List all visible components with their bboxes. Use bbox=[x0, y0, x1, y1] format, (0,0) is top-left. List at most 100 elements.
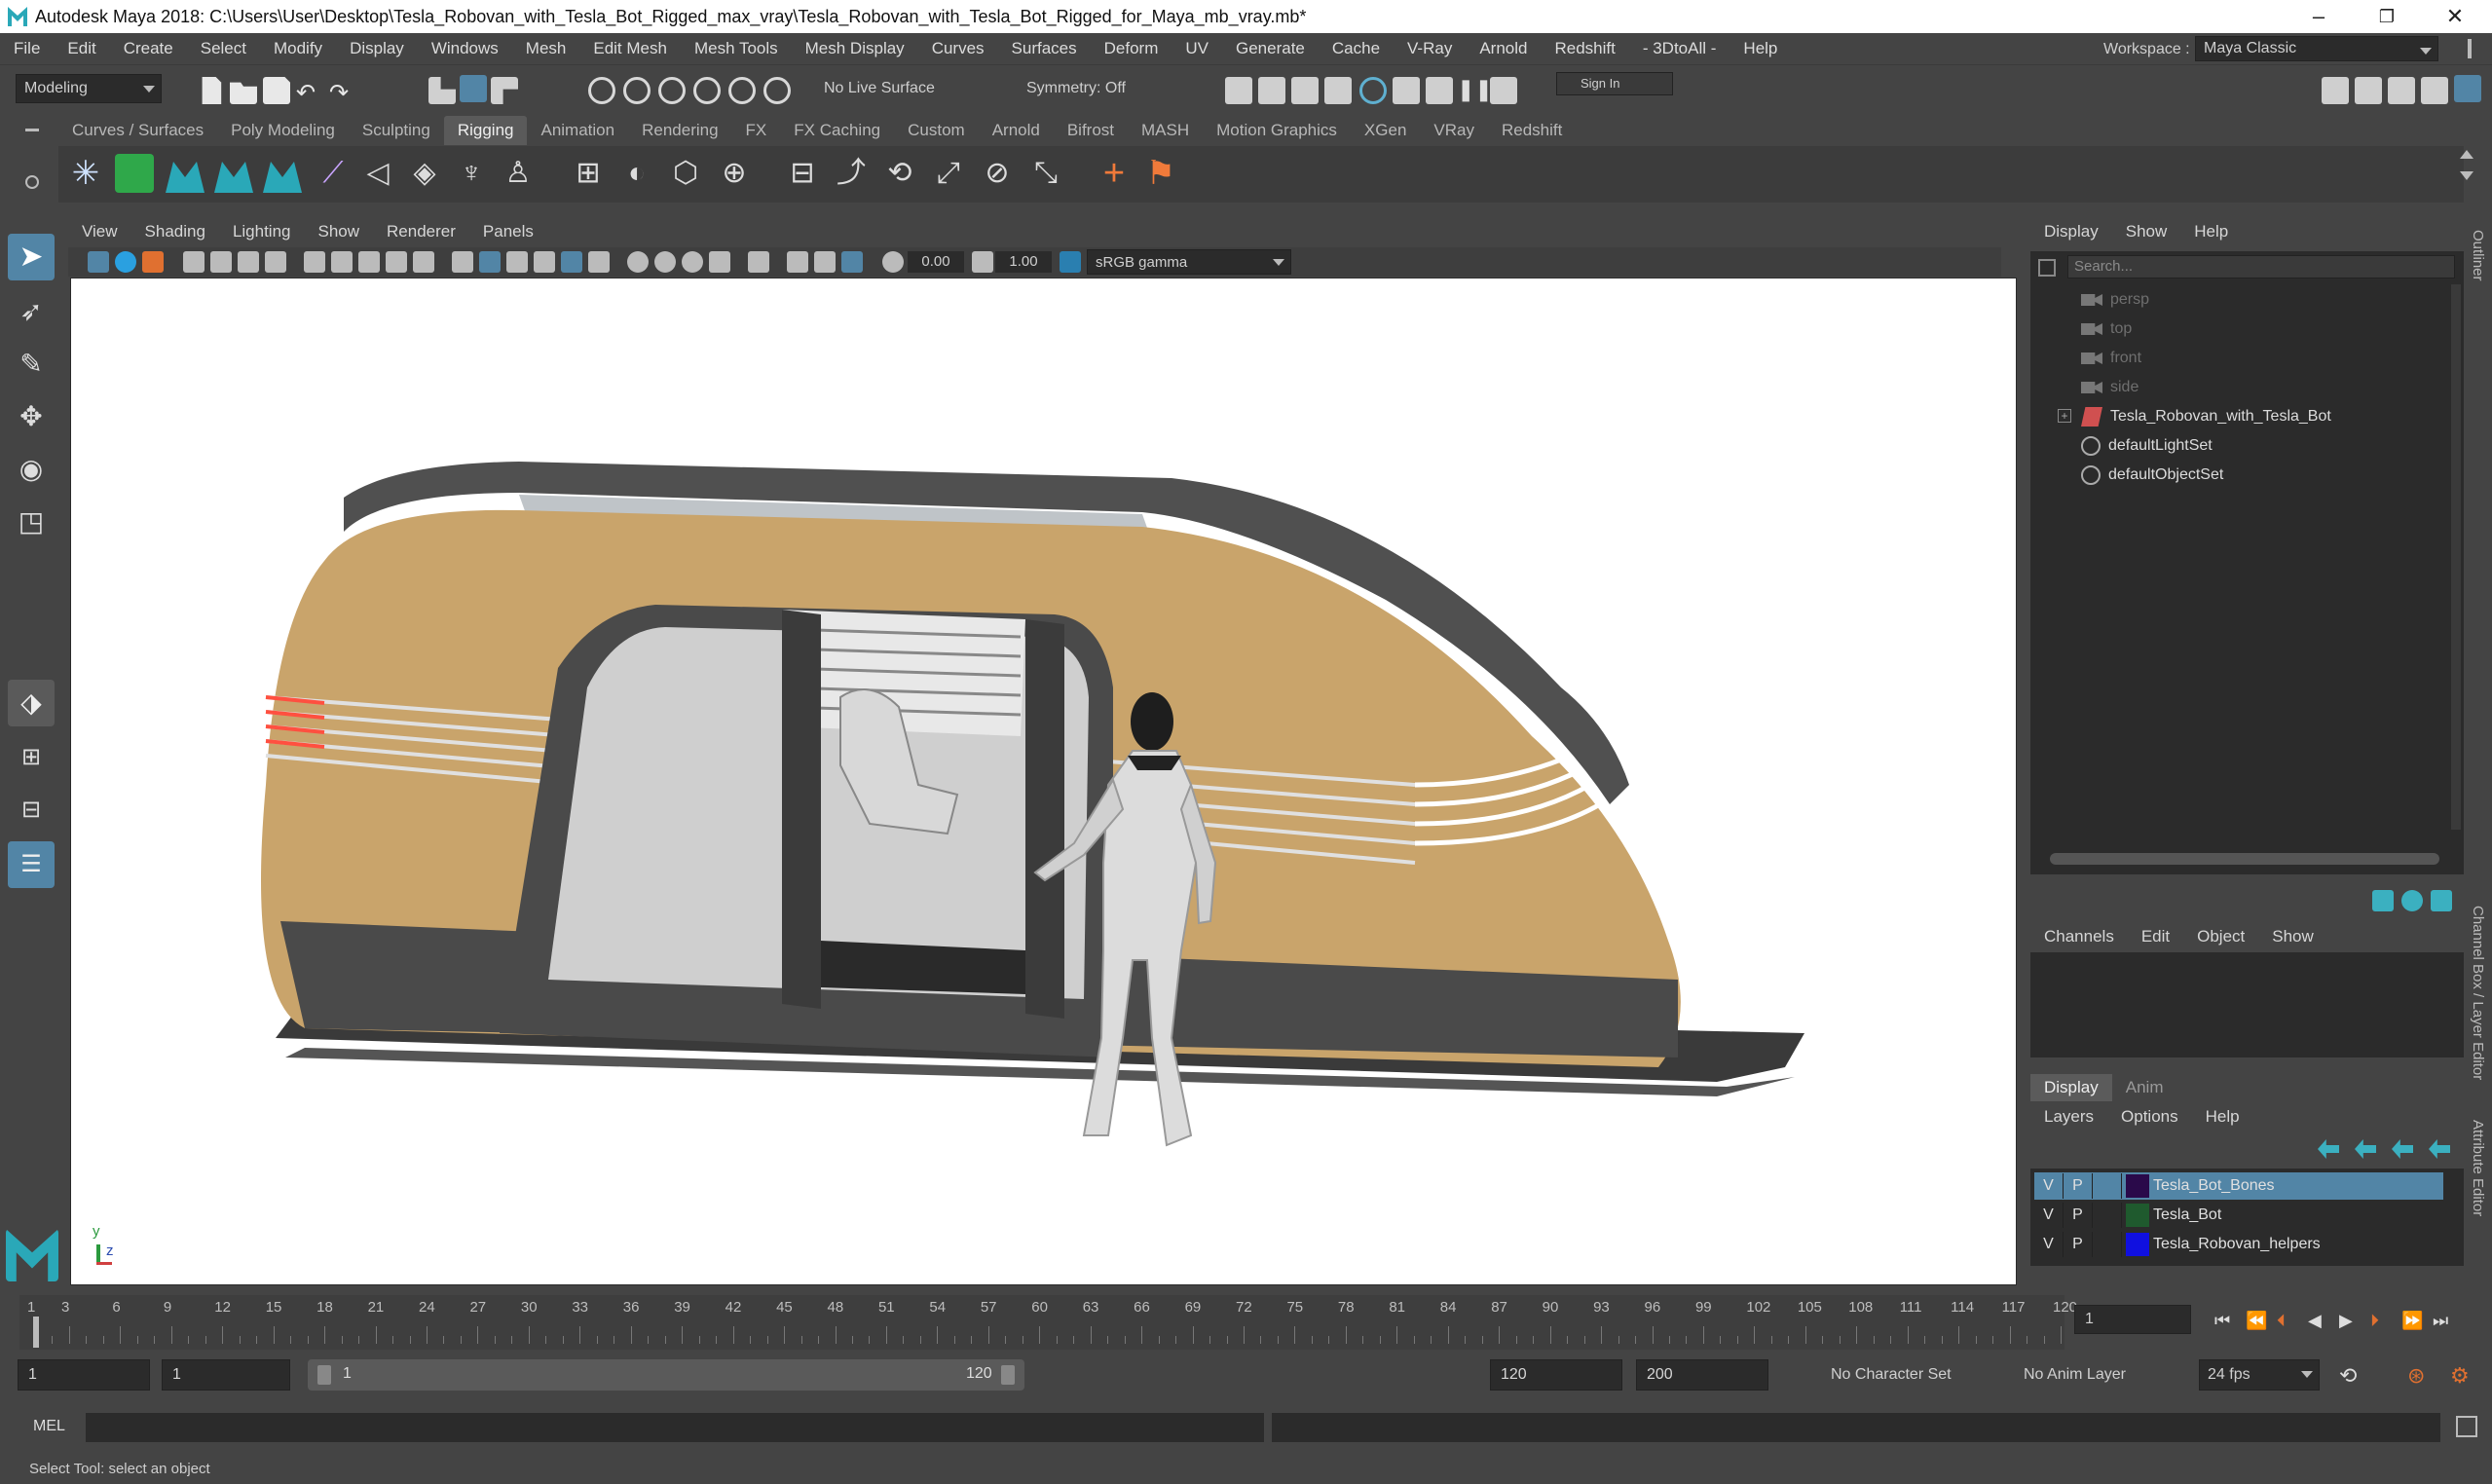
vray-render-icon[interactable] bbox=[1426, 77, 1453, 104]
ipr-render-icon[interactable] bbox=[1291, 77, 1319, 104]
shelf-tab-fx-caching[interactable]: FX Caching bbox=[780, 116, 894, 145]
new-layer-icon[interactable] bbox=[2392, 1139, 2413, 1159]
viewport-menu-panels[interactable]: Panels bbox=[469, 222, 547, 241]
current-frame-field[interactable]: 1 bbox=[2074, 1305, 2191, 1334]
bind-skin-icon[interactable]: ⊞ bbox=[569, 154, 608, 193]
select-camera-icon[interactable] bbox=[88, 251, 109, 273]
workspace-lock-icon[interactable] bbox=[2468, 39, 2472, 58]
shelf-settings-icon[interactable] bbox=[25, 175, 39, 189]
go-to-start-icon[interactable]: ⏮ bbox=[2214, 1311, 2236, 1330]
attribute-editor-side-tab[interactable]: Attribute Editor bbox=[2470, 1120, 2486, 1216]
select-tool-icon[interactable]: ➤ bbox=[8, 234, 55, 280]
point-constraint-icon[interactable]: ⤴ bbox=[832, 154, 871, 193]
render-settings-icon[interactable] bbox=[1324, 77, 1352, 104]
layer-menu-options[interactable]: Options bbox=[2107, 1107, 2192, 1127]
shelf-tab-fx[interactable]: FX bbox=[732, 116, 781, 145]
motion-blur-icon[interactable] bbox=[654, 251, 676, 273]
layer-visibility-toggle[interactable]: V bbox=[2034, 1203, 2064, 1228]
shelf-tab-curves-surfaces[interactable]: Curves / Surfaces bbox=[58, 116, 217, 145]
play-forward-icon[interactable]: ▶ bbox=[2339, 1311, 2361, 1330]
scale-tool-icon[interactable]: ◳ bbox=[8, 499, 55, 545]
locator-icon[interactable]: + bbox=[1095, 154, 1134, 193]
menu-generate[interactable]: Generate bbox=[1222, 39, 1319, 58]
live-surface-field[interactable]: No Live Surface bbox=[816, 74, 962, 103]
render-sequence-icon[interactable] bbox=[1258, 77, 1285, 104]
smooth-bind-icon[interactable]: ◐ bbox=[617, 154, 656, 193]
shelf-tab-animation[interactable]: Animation bbox=[527, 116, 628, 145]
redo-icon[interactable]: ↷ bbox=[329, 79, 356, 106]
camera-attributes-icon[interactable] bbox=[115, 251, 136, 273]
menu-edit-mesh[interactable]: Edit Mesh bbox=[579, 39, 681, 58]
range-slider-end-handle[interactable] bbox=[1001, 1365, 1015, 1385]
image-plane-icon[interactable] bbox=[183, 251, 205, 273]
shelf-scroll-down-icon[interactable] bbox=[2460, 171, 2473, 180]
color-management-icon[interactable] bbox=[1060, 251, 1081, 273]
current-time-marker[interactable] bbox=[33, 1317, 39, 1348]
layer-color-swatch[interactable] bbox=[2126, 1233, 2149, 1256]
shelf-tab-custom[interactable]: Custom bbox=[894, 116, 979, 145]
persp-outliner-layout-icon[interactable]: ⊟ bbox=[8, 787, 55, 834]
outliner-filter-icon[interactable] bbox=[2038, 259, 2056, 277]
step-back-key-icon[interactable]: ⏴ bbox=[2277, 1311, 2298, 1330]
channel-icon-3[interactable] bbox=[2431, 890, 2452, 911]
menu-windows[interactable]: Windows bbox=[418, 39, 512, 58]
anti-aliasing-icon[interactable] bbox=[682, 251, 703, 273]
menu-display[interactable]: Display bbox=[336, 39, 418, 58]
select-components-icon[interactable] bbox=[491, 77, 518, 104]
shelf-tab-redshift[interactable]: Redshift bbox=[1488, 116, 1576, 145]
viewport-menu-lighting[interactable]: Lighting bbox=[219, 222, 305, 241]
move-layer-up-icon[interactable] bbox=[2318, 1139, 2339, 1159]
single-perspective-layout-icon[interactable]: ⬗ bbox=[8, 680, 55, 726]
channel-icon-1[interactable] bbox=[2372, 890, 2394, 911]
open-scene-icon[interactable] bbox=[230, 82, 257, 104]
layer-row-tesla-robovan-helpers[interactable]: V P Tesla_Robovan_helpers bbox=[2034, 1231, 2443, 1258]
layer-playback-toggle[interactable]: P bbox=[2064, 1203, 2093, 1228]
layer-visibility-toggle[interactable]: V bbox=[2034, 1173, 2064, 1199]
scale-constraint-icon[interactable]: ⤢ bbox=[929, 154, 968, 193]
channel-menu-edit[interactable]: Edit bbox=[2128, 927, 2183, 946]
menu-cache[interactable]: Cache bbox=[1319, 39, 1394, 58]
wireframe-icon[interactable] bbox=[452, 251, 473, 273]
layer-row-tesla-bot[interactable]: V P Tesla_Bot bbox=[2034, 1202, 2443, 1229]
outliner-item-persp[interactable]: persp bbox=[2081, 286, 2149, 314]
outliner-search-input[interactable]: Search... bbox=[2067, 255, 2455, 278]
menu-redshift[interactable]: Redshift bbox=[1541, 39, 1628, 58]
move-tool-icon[interactable]: ✥ bbox=[8, 393, 55, 440]
move-layer-down-icon[interactable] bbox=[2355, 1139, 2376, 1159]
snap-surface-icon[interactable] bbox=[728, 77, 756, 104]
shelf-tab-xgen[interactable]: XGen bbox=[1351, 116, 1420, 145]
undo-icon[interactable]: ↶ bbox=[296, 79, 323, 106]
menu-mesh[interactable]: Mesh bbox=[512, 39, 580, 58]
xray-components-icon[interactable] bbox=[841, 251, 863, 273]
channel-menu-show[interactable]: Show bbox=[2258, 927, 2327, 946]
save-scene-icon[interactable] bbox=[263, 77, 290, 104]
shelf-tab-bifrost[interactable]: Bifrost bbox=[1054, 116, 1128, 145]
layer-visibility-toggle[interactable]: V bbox=[2034, 1232, 2064, 1257]
shelf-tab-vray[interactable]: VRay bbox=[1420, 116, 1488, 145]
smooth-shade-icon[interactable] bbox=[479, 251, 501, 273]
field-chart-icon[interactable] bbox=[386, 251, 407, 273]
tool-settings-toggle-icon[interactable] bbox=[2421, 77, 2448, 104]
quick-rig-icon[interactable]: ♆ bbox=[452, 154, 491, 193]
humanik-2-icon[interactable] bbox=[214, 162, 253, 193]
mel-input[interactable] bbox=[86, 1413, 1264, 1442]
film-gate-icon[interactable] bbox=[304, 251, 325, 273]
safe-action-icon[interactable] bbox=[413, 251, 434, 273]
viewport-menu-view[interactable]: View bbox=[68, 222, 131, 241]
menu-uv[interactable]: UV bbox=[1172, 39, 1222, 58]
outliner-menu-display[interactable]: Display bbox=[2030, 222, 2112, 241]
attribute-editor-toggle-icon[interactable] bbox=[2388, 77, 2415, 104]
channel-icon-2[interactable] bbox=[2401, 890, 2423, 911]
use-all-lights-icon[interactable] bbox=[561, 251, 582, 273]
shelf-tab-rendering[interactable]: Rendering bbox=[628, 116, 731, 145]
exposure-field[interactable]: 0.00 bbox=[908, 251, 964, 273]
step-forward-key-icon[interactable]: ⏵ bbox=[2370, 1311, 2392, 1330]
xray-icon[interactable] bbox=[787, 251, 808, 273]
step-back-icon[interactable]: ⏪ bbox=[2246, 1311, 2267, 1330]
script-editor-icon[interactable] bbox=[2456, 1416, 2477, 1437]
snap-point-icon[interactable] bbox=[658, 77, 686, 104]
perspective-viewport[interactable]: y z bbox=[70, 278, 2017, 1285]
expand-icon[interactable]: + bbox=[2058, 409, 2071, 423]
humanik-icon[interactable] bbox=[166, 162, 205, 193]
animation-end-field[interactable]: 200 bbox=[1636, 1359, 1768, 1391]
